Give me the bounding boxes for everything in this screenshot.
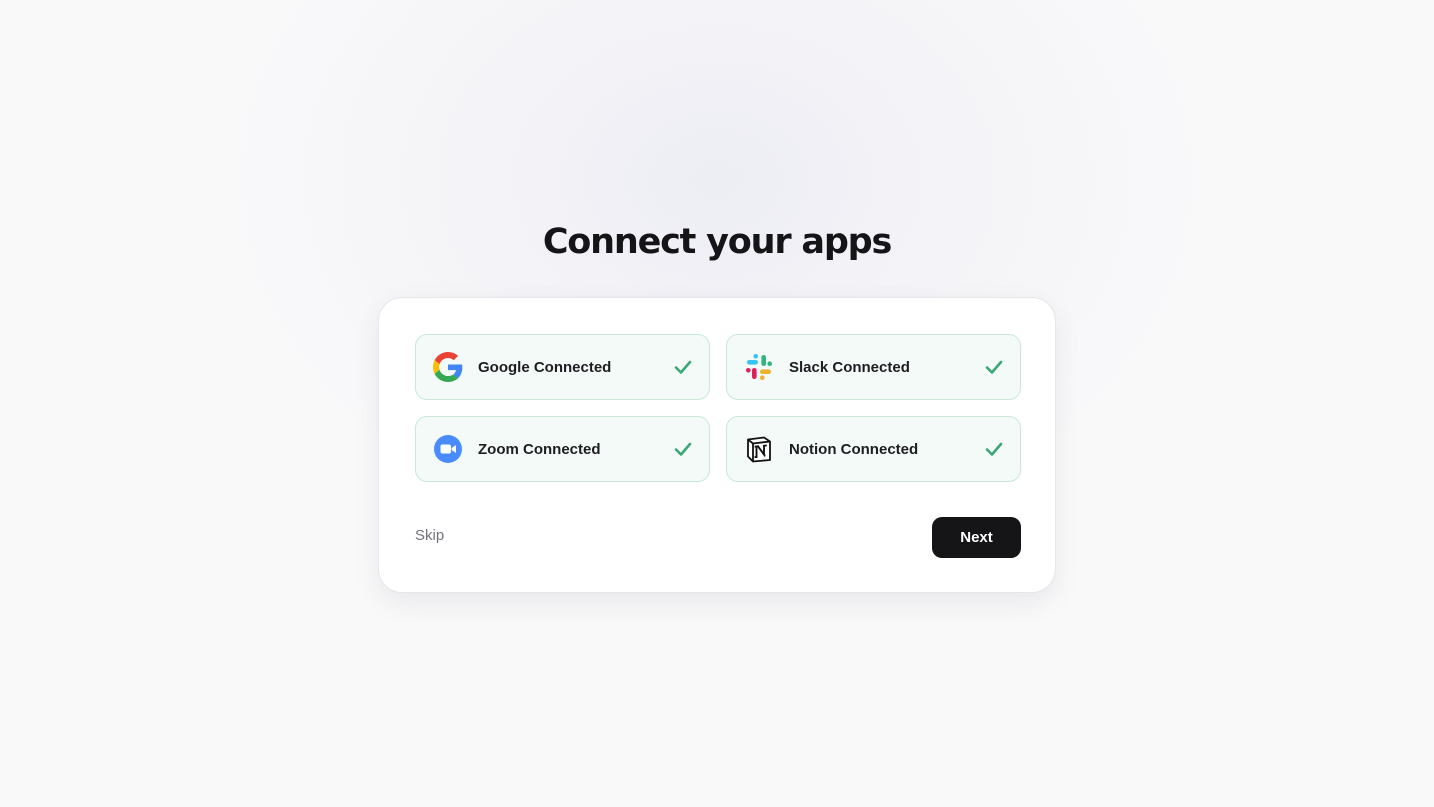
app-label-notion: Notion Connected bbox=[789, 440, 919, 458]
check-icon bbox=[984, 357, 1004, 377]
google-icon bbox=[433, 352, 463, 382]
check-icon bbox=[673, 439, 693, 459]
app-tile-slack[interactable]: Slack Connected bbox=[726, 334, 1021, 400]
zoom-icon bbox=[433, 434, 463, 464]
app-label-zoom: Zoom Connected bbox=[478, 440, 601, 458]
app-grid: Google Connected Slack Connected Zoom Co… bbox=[415, 334, 1021, 482]
app-tile-zoom[interactable]: Zoom Connected bbox=[415, 416, 710, 482]
check-icon bbox=[673, 357, 693, 377]
app-tile-notion[interactable]: Notion Connected bbox=[726, 416, 1021, 482]
connect-apps-card: Google Connected Slack Connected Zoom Co… bbox=[378, 297, 1056, 593]
app-label-google: Google Connected bbox=[478, 358, 612, 376]
app-tile-google[interactable]: Google Connected bbox=[415, 334, 710, 400]
page-title: Connect your apps bbox=[542, 222, 893, 262]
slack-icon bbox=[744, 352, 774, 382]
notion-icon bbox=[744, 434, 774, 464]
app-label-slack: Slack Connected bbox=[789, 358, 910, 376]
skip-button[interactable]: Skip bbox=[415, 527, 444, 544]
next-button[interactable]: Next bbox=[932, 517, 1021, 558]
check-icon bbox=[984, 439, 1004, 459]
